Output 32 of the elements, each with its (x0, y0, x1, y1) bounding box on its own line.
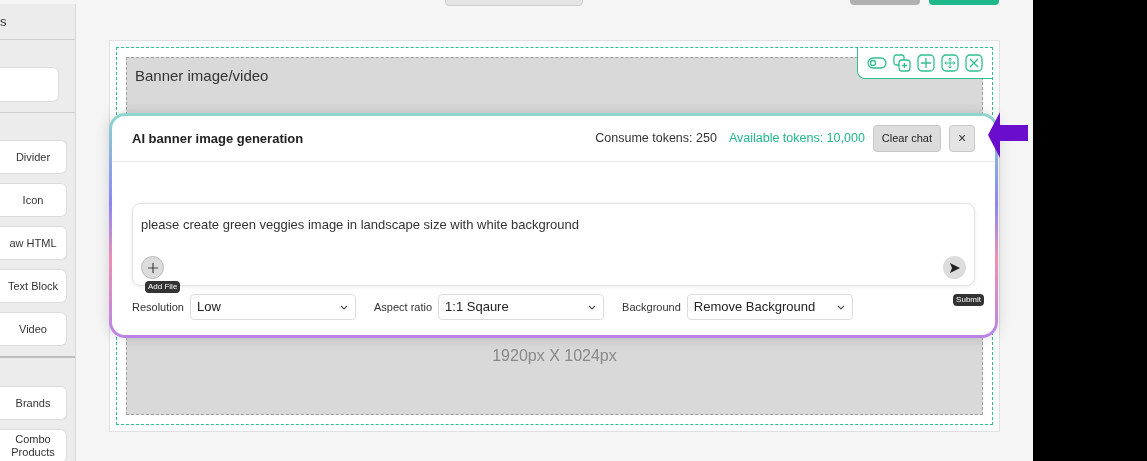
sidebar-header: s (0, 12, 7, 31)
toggle-icon[interactable] (867, 56, 887, 70)
dialog-title: AI banner image generation (132, 129, 305, 148)
banner-size: 1920px X 1024px (492, 346, 617, 366)
block-button[interactable]: Brands (0, 386, 67, 420)
consume-tokens: Consume tokens: 250 (595, 130, 717, 148)
submit-button[interactable] (943, 256, 966, 279)
block-button[interactable]: Icon (0, 183, 67, 217)
move-icon[interactable] (941, 54, 959, 72)
prompt-text: please create green veggies image in landscape size with white background (141, 217, 579, 232)
banner-title: Banner image/video (135, 66, 269, 86)
block-button[interactable]: aw HTML (0, 226, 67, 260)
submit-tooltip: Submit (953, 294, 984, 306)
add-icon[interactable] (917, 54, 935, 72)
close-icon[interactable] (965, 54, 983, 72)
available-tokens: Available tokens: 10,000 (728, 130, 865, 148)
block-button[interactable]: Divider (0, 140, 67, 174)
close-button[interactable]: × (949, 125, 975, 152)
option-select[interactable]: Low (190, 294, 356, 320)
block-button[interactable]: Combo Products (0, 429, 67, 461)
option-select[interactable]: 1:1 Sqaure (438, 294, 605, 320)
arrow-left-icon (988, 110, 1028, 160)
add-file-tooltip: Add File (145, 281, 181, 293)
plus-icon (147, 262, 158, 273)
add-file-button[interactable] (141, 256, 164, 279)
block-button[interactable]: Video (0, 312, 67, 346)
send-icon (948, 261, 961, 274)
clear-chat-button[interactable]: Clear chat (872, 125, 941, 152)
search-field[interactable] (0, 67, 59, 102)
block-button[interactable]: Text Block (0, 269, 67, 303)
duplicate-icon[interactable] (893, 54, 911, 72)
option-select[interactable]: Remove Background (686, 294, 853, 320)
